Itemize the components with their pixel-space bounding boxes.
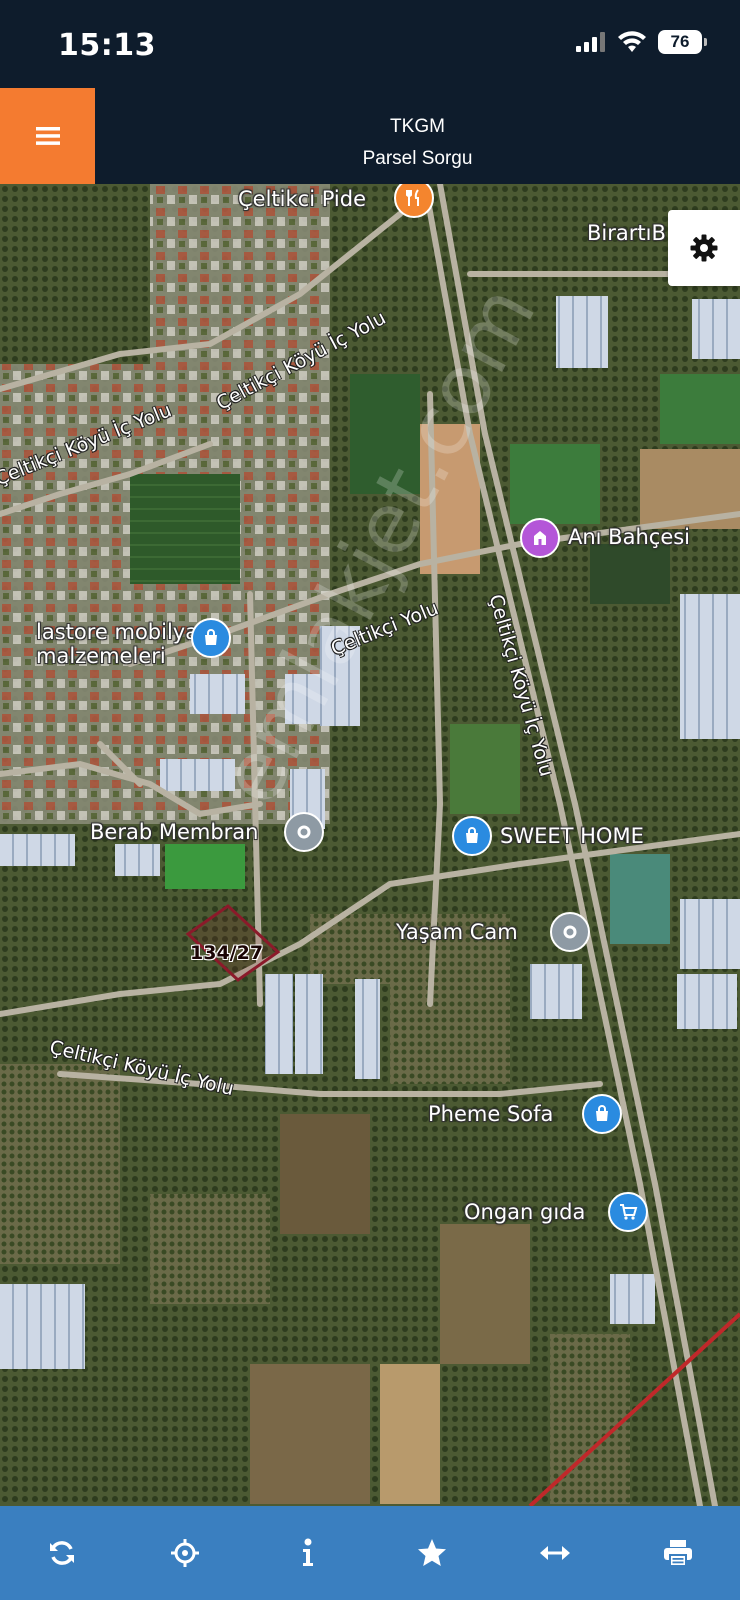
locate-button[interactable] [155,1523,215,1583]
gear-icon [690,234,718,262]
info-button[interactable] [278,1523,338,1583]
menu-button[interactable] [0,88,95,184]
measure-icon [539,1546,570,1560]
shop-icon[interactable] [452,816,492,856]
place-label-birartib[interactable]: BirartıB [587,221,666,245]
map-settings-button[interactable] [668,210,740,286]
landmark-icon[interactable] [520,518,560,558]
place-icon[interactable] [550,912,590,952]
place-label-lastore-mobilya[interactable]: lastore mobilya malzemeleri [36,620,198,668]
place-label-lastore-line: lastore mobilya malzemeleri [36,620,199,668]
place-label-sweet-home[interactable]: SWEET HOME [500,824,644,848]
place-label-ongan-gida[interactable]: Ongan gıda [464,1200,585,1224]
place-label-yasam-cam[interactable]: Yaşam Cam [396,920,518,944]
star-icon [417,1539,446,1566]
place-label-pheme-sofa[interactable]: Pheme Sofa [428,1102,553,1126]
app-subtitle: Parsel Sorgu [362,148,473,169]
refresh-icon [49,1541,74,1565]
app-header: TKGM Parsel Sorgu [0,88,740,184]
place-label-berab-membran[interactable]: Berab Membran [90,820,258,844]
place-icon[interactable] [284,812,324,852]
hamburger-menu-icon [35,127,60,145]
cellular-signal-icon [576,32,605,52]
status-time: 15:13 [58,28,156,63]
app-title: TKGM [390,116,445,137]
refresh-button[interactable] [32,1523,92,1583]
locate-icon [170,1539,199,1567]
info-icon [303,1538,314,1566]
place-label-celtikci-pide[interactable]: Çeltikci Pide [238,187,366,211]
favorite-button[interactable] [402,1523,462,1583]
battery-indicator: 76 [658,30,707,54]
print-button[interactable] [648,1523,708,1583]
status-icons: 76 [576,30,707,54]
shop-icon[interactable] [191,618,231,658]
shop-icon[interactable] [582,1094,622,1134]
print-icon [664,1540,693,1567]
wifi-icon [618,31,646,52]
bottom-toolbar [0,1506,740,1600]
cart-icon[interactable] [608,1192,648,1232]
place-label-ani-bahcesi[interactable]: Anı Bahçesi [568,525,690,549]
parcel-label[interactable]: 134/27 [190,942,263,964]
measure-button[interactable] [525,1523,585,1583]
status-bar: 15:13 76 [0,0,740,88]
satellite-map[interactable]: emlakjet.com Çeltikçi Köyü İç Yolu Çelti… [0,184,740,1506]
